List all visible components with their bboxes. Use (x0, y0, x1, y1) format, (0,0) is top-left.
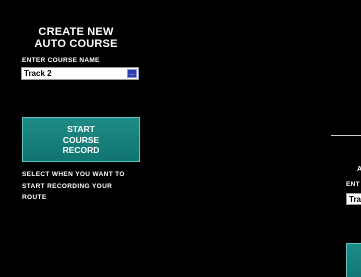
start-help-text: SELECT WHEN YOU WANT TO START RECORDING … (22, 169, 152, 204)
course-name-value: Track 2 (24, 69, 52, 78)
name-picker-button[interactable]: ... (127, 69, 137, 78)
next-panel-partial: A ENT Trac (331, 0, 361, 277)
start-course-record-button[interactable]: START COURSE RECORD (22, 117, 140, 162)
panel-divider (331, 135, 361, 136)
help-line-3: ROUTE (22, 194, 47, 201)
create-course-panel: CREATE NEW AUTO COURSE ENTER COURSE NAME… (0, 0, 155, 277)
help-line-2: START RECORDING YOUR (22, 182, 113, 190)
title-line-2: AUTO COURSE (34, 38, 118, 50)
auto-course-screen: CREATE NEW AUTO COURSE ENTER COURSE NAME… (0, 0, 361, 277)
start-button-label: START COURSE RECORD (23, 124, 139, 156)
next-panel-title-fragment: A (357, 166, 361, 173)
help-line-1: SELECT WHEN YOU WANT TO (22, 171, 125, 178)
course-name-label: ENTER COURSE NAME (22, 57, 100, 64)
next-panel-input[interactable]: Trac (346, 193, 361, 205)
next-panel-input-value: Trac (349, 195, 361, 204)
panel-title: CREATE NEW AUTO COURSE (0, 26, 152, 50)
course-name-input[interactable]: Track 2 ... (21, 67, 139, 80)
title-line-1: CREATE NEW (38, 26, 114, 38)
start-button-line-1: START (67, 124, 95, 134)
ellipsis-icon: ... (129, 70, 135, 77)
next-panel-label-fragment: ENT (346, 181, 360, 188)
start-button-line-3: RECORD (62, 145, 100, 155)
next-panel-button[interactable] (346, 243, 361, 277)
start-button-line-2: COURSE (62, 134, 100, 145)
